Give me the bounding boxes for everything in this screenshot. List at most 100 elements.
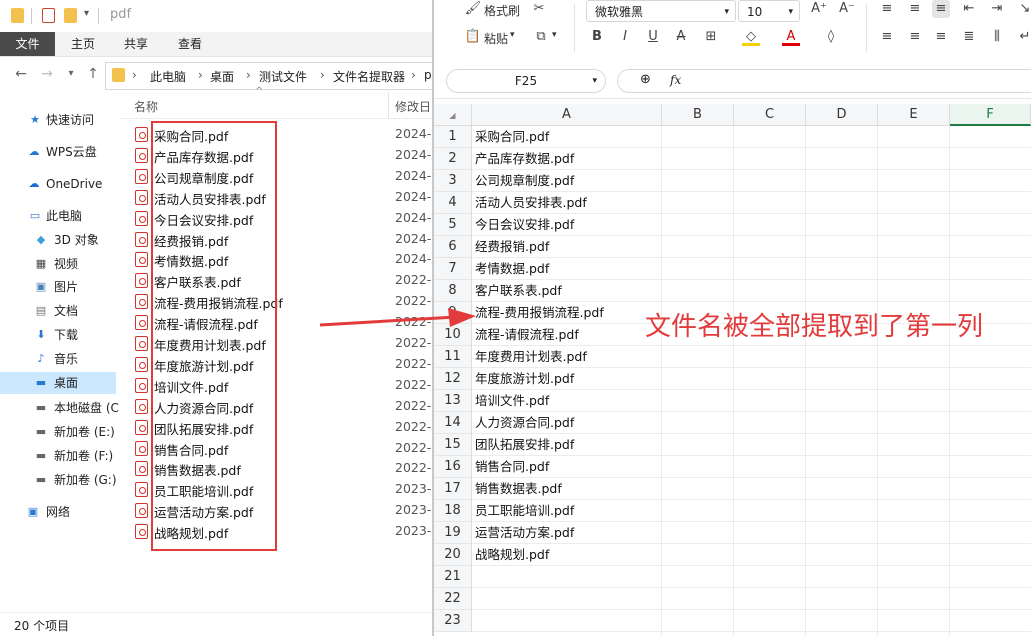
zoom-icon[interactable]: ⊕ <box>640 72 651 87</box>
nav-drive-e[interactable]: ▬ 新加卷 (E:) <box>0 421 116 443</box>
align-center-icon[interactable]: ≡ <box>906 28 924 46</box>
new-folder-icon[interactable] <box>64 8 77 23</box>
nav-drive-f[interactable]: ▬ 新加卷 (F:) <box>0 445 116 467</box>
cell-a2[interactable]: 产品库存数据.pdf <box>472 148 662 170</box>
nav-wps-cloud[interactable]: ☁ WPS云盘 <box>0 141 116 163</box>
row-header[interactable]: 20 <box>434 544 472 566</box>
breadcrumb-test-files[interactable]: 测试文件 <box>259 68 307 85</box>
nav-documents[interactable]: ▤ 文档 <box>0 300 116 322</box>
cell-a5[interactable]: 今日会议安排.pdf <box>472 214 662 236</box>
column-name[interactable]: 名称 <box>134 98 158 115</box>
breadcrumb-extractor[interactable]: 文件名提取器 <box>333 68 405 85</box>
border-icon[interactable]: ⊞ <box>702 28 720 46</box>
cell-a17[interactable]: 销售数据表.pdf <box>472 478 662 500</box>
font-color-icon[interactable]: A <box>782 28 800 46</box>
cell-a13[interactable]: 培训文件.pdf <box>472 390 662 412</box>
nav-downloads[interactable]: ⬇ 下载 <box>0 324 116 346</box>
cell-a21[interactable] <box>472 566 662 588</box>
nav-drive-c[interactable]: ▬ 本地磁盘 (C <box>0 397 119 419</box>
select-all-corner[interactable]: ◢ <box>434 104 472 126</box>
italic-icon[interactable]: I <box>616 28 634 46</box>
bold-icon[interactable]: B <box>588 28 606 46</box>
cell-a10[interactable]: 流程-请假流程.pdf <box>472 324 662 346</box>
indent-increase-icon[interactable]: ⇥ <box>988 0 1006 18</box>
nav-music[interactable]: ♪ 音乐 <box>0 348 116 370</box>
strikethrough-icon[interactable]: A <box>672 28 690 46</box>
row-header[interactable]: 19 <box>434 522 472 544</box>
row-header[interactable]: 13 <box>434 390 472 412</box>
row-header[interactable]: 2 <box>434 148 472 170</box>
decrease-font-icon[interactable]: A⁻ <box>838 0 856 18</box>
fill-color-icon[interactable]: ◇ <box>742 28 760 46</box>
properties-check-icon[interactable] <box>42 8 55 23</box>
nav-3d-objects[interactable]: ◆ 3D 对象 <box>0 229 116 251</box>
breadcrumb[interactable]: › 此电脑 › 桌面 › 测试文件 › 文件名提取器 › p <box>105 62 432 90</box>
cell-a1[interactable]: 采购合同.pdf <box>472 126 662 148</box>
cell-a12[interactable]: 年度旅游计划.pdf <box>472 368 662 390</box>
cell-a19[interactable]: 运营活动方案.pdf <box>472 522 662 544</box>
row-header[interactable]: 22 <box>434 588 472 610</box>
tab-share[interactable]: 共享 <box>110 32 162 56</box>
cell-a8[interactable]: 客户联系表.pdf <box>472 280 662 302</box>
nav-this-pc[interactable]: ▭ 此电脑 <box>0 205 116 227</box>
nav-quick-access[interactable]: ★ 快速访问 <box>0 109 116 131</box>
tab-file[interactable]: 文件 <box>0 32 55 56</box>
quick-access-dropdown-icon[interactable]: ▾ <box>84 8 89 19</box>
breadcrumb-this-pc[interactable]: 此电脑 <box>150 68 186 85</box>
distributed-icon[interactable]: ⫼ <box>988 28 1006 46</box>
copy-icon[interactable]: ⧉ <box>532 28 550 46</box>
paste-label[interactable]: 粘贴 <box>484 30 508 47</box>
format-painter-label[interactable]: 格式刷 <box>484 2 520 19</box>
nav-desktop[interactable]: ▬ 桌面 <box>0 372 116 394</box>
cell-a6[interactable]: 经费报销.pdf <box>472 236 662 258</box>
align-bottom-icon[interactable]: ≡ <box>932 0 950 18</box>
cell-a16[interactable]: 销售合同.pdf <box>472 456 662 478</box>
back-arrow-icon[interactable]: ← <box>12 64 30 84</box>
cell-a3[interactable]: 公司规章制度.pdf <box>472 170 662 192</box>
row-header[interactable]: 18 <box>434 500 472 522</box>
column-date-modified[interactable]: 修改日 <box>395 98 431 115</box>
orientation-icon[interactable]: ↘ <box>1016 0 1031 18</box>
align-top-icon[interactable]: ≡ <box>878 0 896 18</box>
paste-dropdown-icon[interactable]: ▾ <box>510 30 515 40</box>
format-painter-icon[interactable]: 🖌 <box>464 0 482 18</box>
wrap-text-icon[interactable]: ↵ <box>1016 28 1031 46</box>
align-right-icon[interactable]: ≡ <box>932 28 950 46</box>
row-header[interactable]: 3 <box>434 170 472 192</box>
row-header[interactable]: 1 <box>434 126 472 148</box>
cell-a11[interactable]: 年度费用计划表.pdf <box>472 346 662 368</box>
row-header[interactable]: 8 <box>434 280 472 302</box>
cell-a4[interactable]: 活动人员安排表.pdf <box>472 192 662 214</box>
row-header[interactable]: 5 <box>434 214 472 236</box>
row-header[interactable]: 15 <box>434 434 472 456</box>
nav-pictures[interactable]: ▣ 图片 <box>0 276 116 298</box>
column-header-f[interactable]: F <box>950 104 1031 126</box>
row-header[interactable]: 23 <box>434 610 472 632</box>
name-box[interactable]: F25 ▾ <box>446 69 606 93</box>
recent-dropdown-icon[interactable]: ▾ <box>62 64 80 84</box>
row-header[interactable]: 6 <box>434 236 472 258</box>
row-header[interactable]: 16 <box>434 456 472 478</box>
tab-view[interactable]: 查看 <box>164 32 216 56</box>
align-left-icon[interactable]: ≡ <box>878 28 896 46</box>
nav-onedrive[interactable]: ☁ OneDrive <box>0 173 116 195</box>
row-header[interactable]: 12 <box>434 368 472 390</box>
row-header[interactable]: 14 <box>434 412 472 434</box>
underline-icon[interactable]: U <box>644 28 662 46</box>
indent-decrease-icon[interactable]: ⇤ <box>960 0 978 18</box>
column-header-d[interactable]: D <box>806 104 878 126</box>
cell-a22[interactable] <box>472 588 662 610</box>
cut-icon[interactable]: ✂ <box>530 0 548 18</box>
folder-icon[interactable] <box>11 8 24 23</box>
row-header[interactable]: 4 <box>434 192 472 214</box>
align-middle-icon[interactable]: ≡ <box>906 0 924 18</box>
up-arrow-icon[interactable]: ↑ <box>84 64 102 84</box>
column-header-c[interactable]: C <box>734 104 806 126</box>
breadcrumb-desktop[interactable]: 桌面 <box>210 68 234 85</box>
tab-home[interactable]: 主页 <box>58 32 108 56</box>
clear-format-icon[interactable]: ◊ <box>822 28 840 46</box>
cell-a20[interactable]: 战略规划.pdf <box>472 544 662 566</box>
copy-dropdown-icon[interactable]: ▾ <box>552 30 557 40</box>
cell-a9[interactable]: 流程-费用报销流程.pdf <box>472 302 662 324</box>
cell-a14[interactable]: 人力资源合同.pdf <box>472 412 662 434</box>
